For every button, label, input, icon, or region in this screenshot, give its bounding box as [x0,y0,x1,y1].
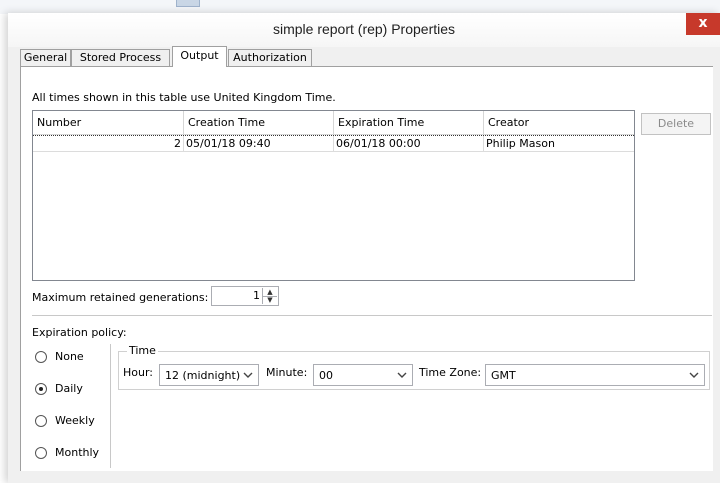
radio-circle-icon [35,351,47,363]
radio-label: Monthly [55,446,100,459]
tab-authorization[interactable]: Authorization [228,49,312,66]
title-bar: simple report (rep) Properties x [8,13,720,47]
tab-general[interactable]: General [20,49,71,66]
close-button[interactable]: x [686,13,720,35]
radio-group-divider [110,344,111,468]
timezone-label: Time Zone: [419,366,482,379]
radio-label: Weekly [55,414,95,427]
chevron-down-icon [243,372,253,378]
max-generations-value: 1 [253,289,260,302]
radio-monthly[interactable]: Monthly [35,446,195,462]
cell-number: 2 [33,136,184,152]
chevron-down-icon [397,372,407,378]
radio-circle-icon [35,447,47,459]
tab-stored-process[interactable]: Stored Process [71,49,170,66]
output-table[interactable]: Number Creation Time Expiration Time Cre… [32,110,635,281]
window-title: simple report (rep) Properties [272,21,456,37]
column-header-creation-time[interactable]: Creation Time [184,111,334,135]
hour-value: 12 (midnight) [165,369,241,382]
background-window-icon [176,0,200,7]
max-generations-label: Maximum retained generations: [32,291,209,304]
radio-circle-icon [35,415,47,427]
cell-creation-time: 05/01/18 09:40 [184,136,334,152]
table-row[interactable]: 2 05/01/18 09:40 06/01/18 00:00 Philip M… [33,135,634,152]
timezone-note: All times shown in this table use United… [32,91,336,104]
stepper-buttons: ▲ ▼ [262,288,277,304]
time-group-label: Time [127,344,158,357]
tab-output[interactable]: Output [172,46,227,67]
cell-creator: Philip Mason [486,137,555,150]
hour-label: Hour: [123,366,154,379]
radio-dot [39,387,43,391]
chevron-down-icon [689,372,699,378]
tab-label: Output [180,49,219,62]
radio-label: Daily [55,382,83,395]
timezone-select[interactable]: GMT [485,364,705,386]
expiration-policy-label: Expiration policy: [32,326,127,339]
cell-expiration-time: 06/01/18 00:00 [334,136,484,152]
column-header-expiration-time[interactable]: Expiration Time [334,111,484,135]
tab-label: General [23,51,68,64]
column-header-creator[interactable]: Creator [484,111,634,135]
minute-select[interactable]: 00 [313,364,413,386]
tab-label: Authorization [233,51,307,64]
radio-weekly[interactable]: Weekly [35,414,195,430]
hour-select[interactable]: 12 (midnight) [159,364,259,386]
radio-selected-icon [35,383,47,395]
tab-label: Stored Process [79,51,162,64]
minute-value: 00 [319,369,333,382]
background-desktop [0,0,720,14]
radio-label: None [55,350,84,363]
stepper-down-icon[interactable]: ▼ [263,296,277,304]
max-generations-stepper[interactable]: 1 ▲ ▼ [211,286,279,306]
section-divider [32,315,712,316]
minute-label: Minute: [266,366,308,379]
delete-button[interactable]: Delete [641,113,711,135]
timezone-value: GMT [491,369,516,382]
column-header-number[interactable]: Number [33,111,184,135]
